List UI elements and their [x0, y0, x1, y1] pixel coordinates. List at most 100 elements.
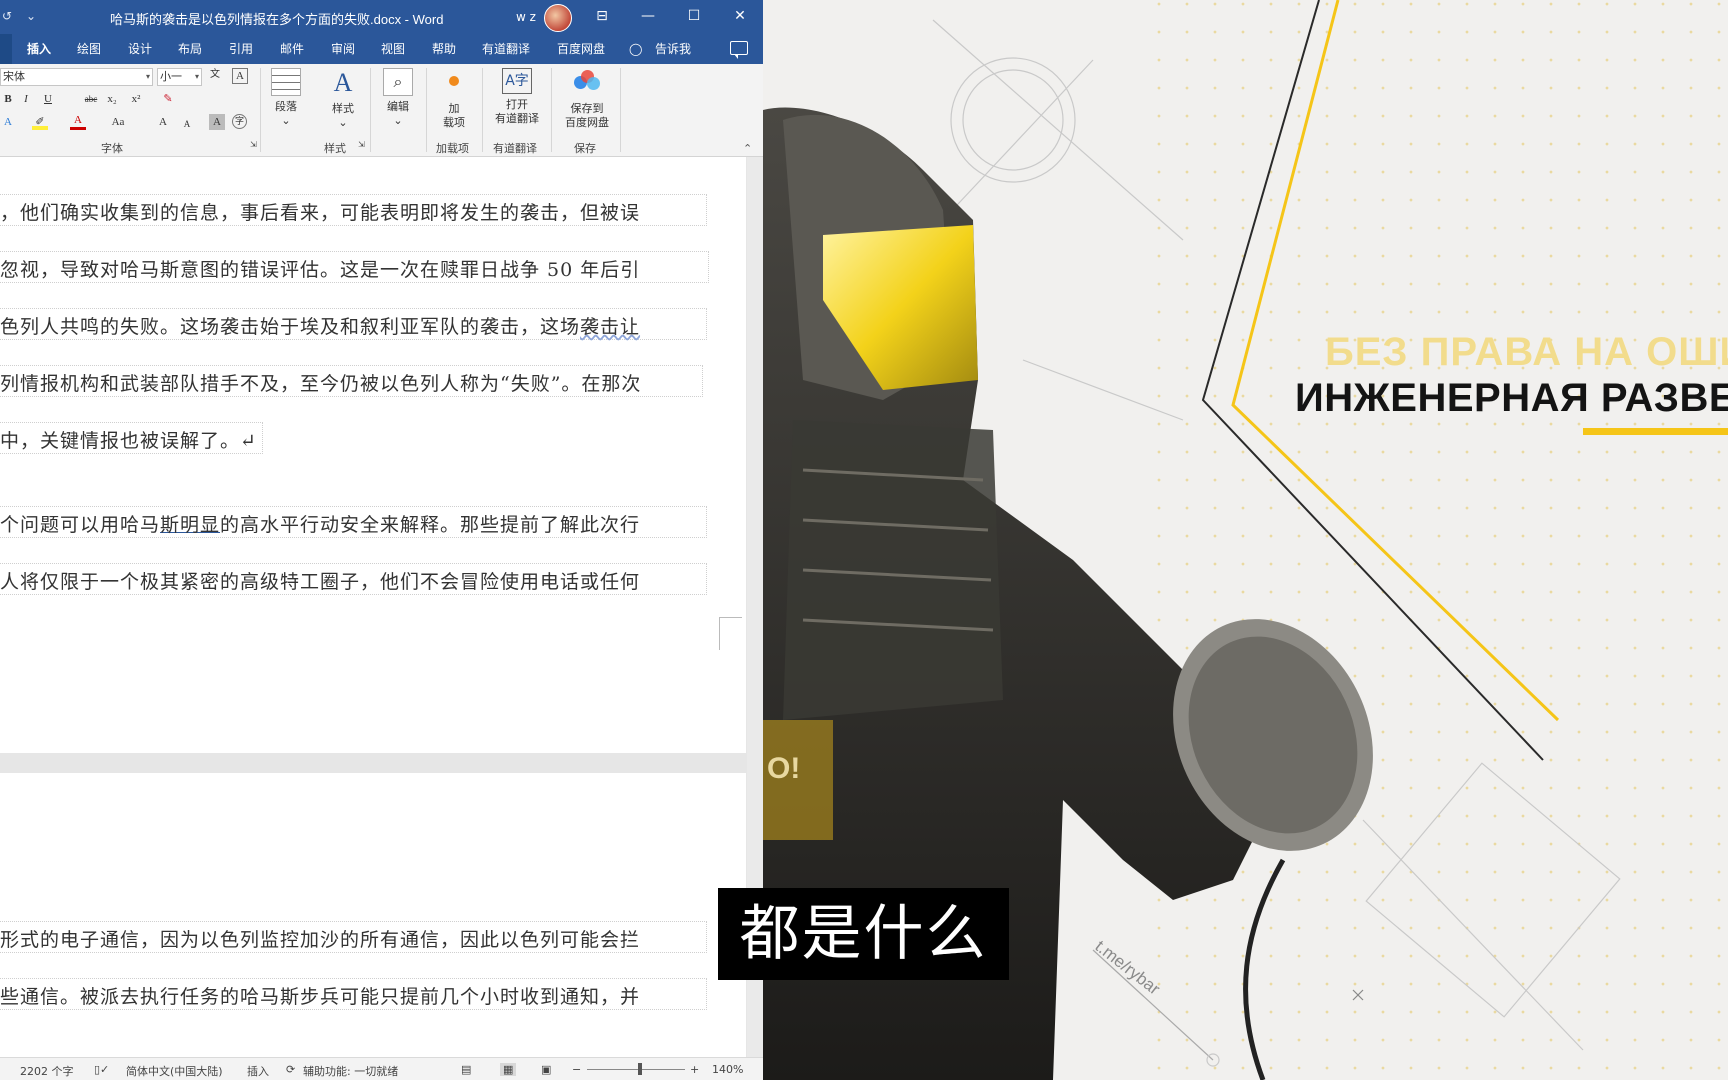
tab-youdao[interactable]: 有道翻译 [482, 34, 530, 64]
close-button[interactable]: ✕ [717, 0, 763, 34]
underline-button[interactable]: U [40, 91, 56, 107]
bold-button[interactable]: B [0, 91, 16, 107]
tab-layout[interactable]: 布局 [178, 34, 202, 64]
lightbulb-icon[interactable]: ◯ [629, 34, 642, 64]
tab-insert[interactable]: 插入 [27, 34, 51, 64]
divider [551, 68, 552, 152]
tab-draw[interactable]: 绘图 [77, 34, 101, 64]
styles-icon: A [333, 68, 353, 97]
font-group-label: 字体 [101, 142, 123, 155]
search-icon: ⌕ [383, 68, 413, 96]
text-line[interactable]: 色列人共鸣的失败。这场袭击始于埃及和叙利亚军队的袭击，这场袭击让 [0, 312, 640, 346]
font-color-icon[interactable]: A [70, 114, 86, 130]
change-case-button[interactable]: Aa [108, 114, 128, 130]
window-title: 哈马斯的袭击是以色列情报在多个方面的失败.docx - Word [110, 12, 444, 27]
minimize-button[interactable]: — [625, 0, 671, 34]
italic-button[interactable]: I [18, 91, 34, 107]
enclose-characters-icon[interactable]: 字 [232, 114, 247, 129]
text-line[interactable]: 忽视，导致对哈马斯意图的错误评估。这是一次在赎罪日战争 50 年后引 [0, 255, 640, 289]
editing-button[interactable]: ⌕ 编辑 ⌄ [380, 68, 416, 128]
font-dialog-launcher-icon[interactable]: ⇲ [250, 140, 257, 149]
video-subtitle: 都是什么 [718, 888, 1009, 980]
chevron-down-icon: ▾ [194, 72, 199, 81]
ribbon-display-options-button[interactable]: ⊟ [579, 0, 625, 34]
chevron-down-icon: ▾ [145, 72, 150, 81]
language-indicator[interactable]: 简体中文(中国大陆) [126, 1063, 223, 1079]
subscript-button[interactable]: x₂ [104, 91, 120, 107]
document-area[interactable]: ，他们确实收集到的信息，事后看来，可能表明即将发生的袭击，但被误 忽视，导致对哈… [0, 157, 763, 1070]
addins-group-label: 加载项 [436, 142, 469, 155]
comments-icon[interactable] [730, 41, 748, 59]
zoom-out-button[interactable]: − [572, 1063, 581, 1076]
page-corner-mark [719, 617, 742, 650]
insert-mode[interactable]: 插入 [247, 1063, 269, 1079]
tab-design[interactable]: 设计 [128, 34, 152, 64]
avatar[interactable] [544, 4, 572, 32]
word-count[interactable]: 2202 个字 [20, 1063, 74, 1079]
character-border-icon[interactable]: A [232, 68, 248, 84]
zoom-slider-thumb[interactable] [638, 1063, 642, 1075]
maximize-button[interactable]: ☐ [671, 0, 717, 34]
translate-icon: A字 [502, 68, 532, 94]
collapse-ribbon-icon[interactable]: ⌃ [743, 142, 752, 155]
chevron-down-icon: ⌄ [338, 116, 348, 129]
vest-badge: O! [767, 752, 800, 785]
tab-mailings[interactable]: 邮件 [280, 34, 304, 64]
phonetic-guide-icon[interactable]: 文 [207, 67, 223, 83]
superscript-button[interactable]: x² [128, 91, 144, 107]
tab-file[interactable] [0, 34, 12, 64]
font-size-select[interactable]: 小一 ▾ [157, 68, 202, 86]
zoom-slider[interactable] [587, 1069, 685, 1070]
tab-help[interactable]: 帮助 [432, 34, 456, 64]
accessibility-status[interactable]: 辅助功能: 一切就绪 [303, 1063, 398, 1079]
paragraph-button[interactable]: 段落 ⌄ [268, 68, 304, 128]
styles-group-label: 样式 [324, 142, 346, 155]
grow-font-button[interactable]: A [155, 114, 171, 130]
styles-dialog-launcher-icon[interactable]: ⇲ [358, 140, 365, 149]
text-line[interactable]: 中，关键情报也被误解了。↵ [0, 426, 257, 460]
ribbon: 宋体 ▾ 小一 ▾ 文 A B I U abc x₂ x² ✎ A ✐ A Aa A… [0, 64, 763, 157]
text-line[interactable]: 些通信。被派去执行任务的哈马斯步兵可能只提前几个小时收到通知，并 [0, 982, 640, 1016]
shrink-font-button[interactable]: A [179, 116, 195, 132]
zoom-level[interactable]: 140% [712, 1063, 743, 1076]
text-line[interactable]: 形式的电子通信，因为以色列监控加沙的所有通信，因此以色列可能会拦 [0, 925, 640, 959]
character-shading-icon[interactable]: A [209, 114, 225, 130]
addins-button[interactable]: 加载项 [434, 68, 474, 130]
text-line[interactable]: 个问题可以用哈马斯明显的高水平行动安全来解释。那些提前了解此次行 [0, 510, 640, 544]
addin-icon [449, 76, 459, 86]
web-layout-icon[interactable]: ▣ [541, 1063, 551, 1076]
tab-references[interactable]: 引用 [229, 34, 253, 64]
strikethrough-button[interactable]: abc [80, 91, 102, 107]
tab-review[interactable]: 审阅 [331, 34, 355, 64]
poster-headline: ИНЖЕНЕРНАЯ РАЗВЕД [1295, 376, 1728, 420]
tab-view[interactable]: 视图 [381, 34, 405, 64]
tab-baidu[interactable]: 百度网盘 [557, 34, 605, 64]
divider [426, 68, 427, 152]
word-window: ↺ ⌄ 哈马斯的袭击是以色列情报在多个方面的失败.docx - Word w z… [0, 0, 763, 1080]
quick-access-dropdown-icon[interactable]: ⌄ [26, 9, 36, 23]
document-page[interactable]: 形式的电子通信，因为以色列监控加沙的所有通信，因此以色列可能会拦 些通信。被派去… [0, 773, 746, 1070]
accessibility-icon[interactable]: ⟳ [286, 1063, 295, 1076]
print-layout-icon[interactable]: ▦ [500, 1063, 517, 1076]
text-line[interactable]: 人将仅限于一个极其紧密的高级特工圈子，他们不会冒险使用电话或任何 [0, 567, 640, 601]
save-group-label: 保存 [574, 142, 596, 155]
open-youdao-button[interactable]: A字 打开 有道翻译 [490, 68, 544, 126]
user-name[interactable]: w z [516, 10, 536, 24]
tell-me-search[interactable]: 告诉我 [655, 34, 691, 64]
zoom-in-button[interactable]: + [690, 1063, 699, 1076]
proofing-icon[interactable]: ▯✓ [94, 1063, 109, 1076]
undo-icon[interactable]: ↺ [2, 9, 12, 23]
font-name-select[interactable]: 宋体 ▾ [0, 68, 153, 86]
highlight-color-icon[interactable]: ✐ [32, 114, 48, 130]
paragraph-icon [271, 68, 301, 96]
text-line[interactable]: 列情报机构和武装部队措手不及，至今仍被以色列人称为“失败”。在那次 [0, 369, 641, 403]
clear-formatting-icon[interactable]: ✎ [160, 91, 176, 107]
chevron-down-icon: ⌄ [393, 114, 403, 127]
save-to-baidu-button[interactable]: 保存到 百度网盘 [559, 68, 615, 130]
ribbon-tabs: 插入 绘图 设计 布局 引用 邮件 审阅 视图 帮助 有道翻译 百度网盘 ◯ 告… [0, 34, 763, 64]
styles-button[interactable]: A 样式 ⌄ [324, 68, 362, 130]
document-page[interactable]: ，他们确实收集到的信息，事后看来，可能表明即将发生的袭击，但被误 忽视，导致对哈… [0, 157, 746, 753]
text-effects-icon[interactable]: A [0, 114, 16, 130]
read-mode-icon[interactable]: ▤ [461, 1063, 471, 1076]
text-line[interactable]: ，他们确实收集到的信息，事后看来，可能表明即将发生的袭击，但被误 [0, 198, 640, 232]
